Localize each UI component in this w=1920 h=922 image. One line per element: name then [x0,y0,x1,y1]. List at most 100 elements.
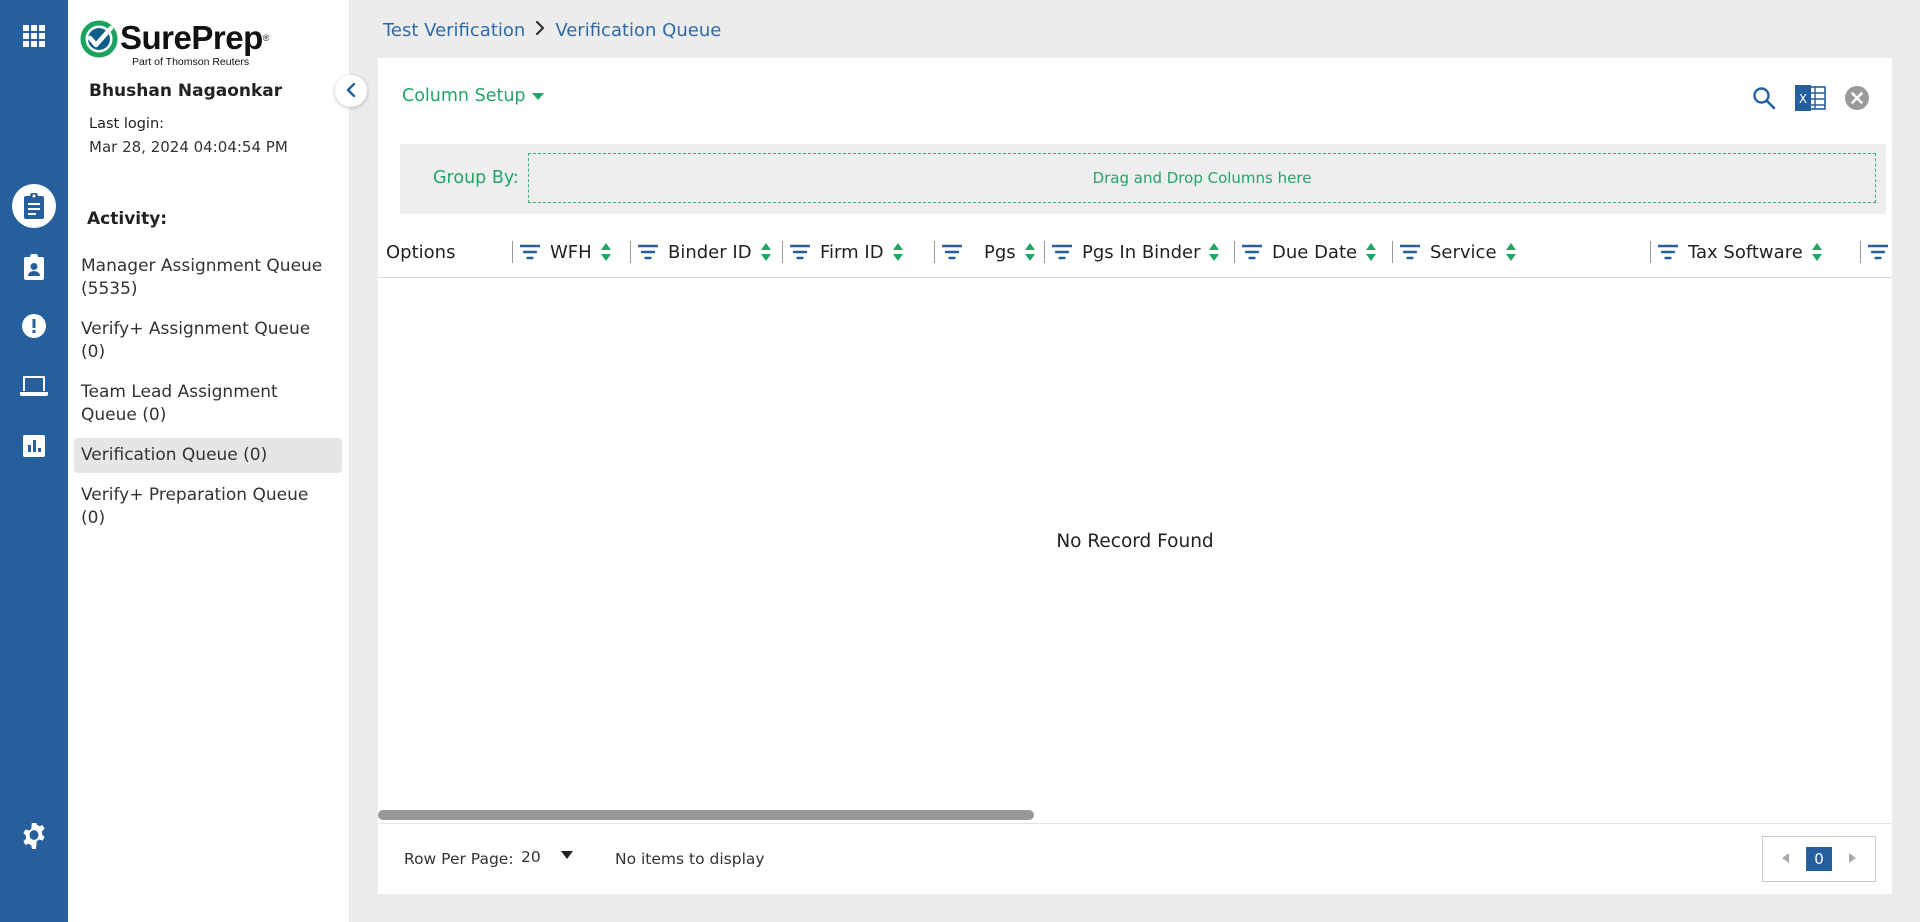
laptop-icon [20,375,48,401]
sort-icon[interactable] [760,242,772,262]
column-header-due-date[interactable]: Due Date [1234,226,1377,278]
rail-computer-button[interactable] [0,364,68,412]
breadcrumb: Test Verification Verification Queue [383,20,721,41]
empty-state-message: No Record Found [1056,531,1214,552]
column-divider [934,241,935,263]
rail-verification-button[interactable] [0,182,68,230]
chevron-left-icon [346,82,356,101]
next-page-icon[interactable] [1848,852,1856,866]
sort-icon[interactable] [1208,242,1220,262]
clipboard-user-icon [23,253,45,284]
column-setup-dropdown[interactable]: Column Setup [402,86,544,106]
collapse-panel-button[interactable] [335,75,367,107]
sort-icon[interactable] [892,242,904,262]
group-by-bar: Group By: Drag and Drop Columns here [400,144,1886,214]
rail-reports-button[interactable] [0,424,68,472]
grid-footer: Row Per Page: 20 No items to display 0 [378,823,1892,894]
column-setup-label: Column Setup [402,86,526,106]
column-header-options[interactable]: Options [386,226,455,278]
excel-export-icon[interactable]: X [1794,84,1826,112]
sort-icon[interactable] [1505,242,1517,262]
pagination: 0 [1762,836,1876,882]
filter-icon[interactable] [1242,244,1262,260]
sort-icon[interactable] [1811,242,1823,262]
activity-title: Activity: [87,209,168,229]
filter-icon[interactable] [1658,244,1678,260]
filter-icon[interactable] [942,244,962,260]
column-header-binder-id[interactable]: Binder ID [630,226,772,278]
column-header-pgs-in-binder[interactable]: Pgs In Binder [1044,226,1220,278]
side-panel: SurePrep® Part of Thomson Reuters Bhusha… [68,0,349,922]
table-header: Options WFH Binder ID Firm ID Pgs Pgs In… [378,226,1892,278]
activity-item-manager-assignment[interactable]: Manager Assignment Queue (5535) [74,249,342,307]
apps-grid-icon [23,25,45,51]
left-rail [0,0,68,922]
filter-icon[interactable] [1400,244,1420,260]
clipboard-list-icon [12,184,56,228]
column-header-service[interactable]: Service [1392,226,1517,278]
last-login-label: Last login: [89,116,165,132]
rail-alerts-button[interactable] [0,304,68,352]
column-header-next[interactable] [1860,226,1888,278]
sureprep-logo: SurePrep® Part of Thomson Reuters [80,18,280,72]
brand-name: SurePrep® [120,20,269,56]
column-header-label: Tax Software [1688,241,1803,263]
column-divider [782,241,783,263]
activity-item-verification-queue[interactable]: Verification Queue (0) [74,438,342,473]
activity-list: Manager Assignment Queue (5535) Verify+ … [74,249,342,541]
activity-item-verify-plus-preparation[interactable]: Verify+ Preparation Queue (0) [74,478,342,536]
column-header-label: Pgs In Binder [1082,241,1201,263]
rail-assignment-button[interactable] [0,245,68,293]
breadcrumb-parent-link[interactable]: Test Verification [383,20,525,41]
search-icon[interactable] [1752,86,1776,110]
brand-registered: ® [262,33,270,43]
rows-per-page-select[interactable]: 20 [521,848,581,872]
caret-down-icon [531,86,544,106]
gear-icon [21,821,47,853]
excel-letter: X [1799,92,1807,106]
sort-icon[interactable] [600,242,612,262]
apps-grid-button[interactable] [0,14,68,62]
user-name: Bhushan Nagaonkar [89,81,283,101]
column-header-wfh[interactable]: WFH [512,226,612,278]
column-header-pgs[interactable]: Pgs [934,226,1036,278]
horizontal-scrollbar[interactable] [378,810,1034,820]
checkmark-logo-icon [80,20,118,62]
column-header-label: Options [386,241,456,263]
column-divider [1234,241,1235,263]
filter-icon[interactable] [1052,244,1072,260]
last-login-value: Mar 28, 2024 04:04:54 PM [89,138,288,156]
alert-circle-icon [22,314,46,342]
column-divider [512,241,513,263]
sort-icon[interactable] [1024,242,1036,262]
group-by-label: Group By: [433,168,519,188]
column-header-label: WFH [550,241,592,263]
filter-icon[interactable] [520,244,540,260]
prev-page-icon[interactable] [1782,852,1790,866]
activity-item-verify-plus-assignment[interactable]: Verify+ Assignment Queue (0) [74,312,342,370]
column-header-firm-id[interactable]: Firm ID [782,226,904,278]
filter-icon[interactable] [790,244,810,260]
breadcrumb-current[interactable]: Verification Queue [555,20,721,41]
queue-card: Column Setup X Group By: Drag and Drop C… [378,58,1892,894]
items-status: No items to display [615,850,765,868]
column-header-tax-software[interactable]: Tax Software [1650,226,1823,278]
filter-icon[interactable] [638,244,658,260]
column-header-label: Due Date [1272,241,1358,263]
group-by-drop-zone[interactable]: Drag and Drop Columns here [528,153,1876,203]
column-divider [1044,241,1045,263]
filter-icon[interactable] [1868,244,1888,260]
bar-chart-icon [23,435,45,461]
brand-tagline: Part of Thomson Reuters [132,56,250,68]
page-number-button[interactable]: 0 [1806,847,1832,871]
close-circle-icon[interactable] [1844,85,1870,111]
activity-item-team-lead-assignment[interactable]: Team Lead Assignment Queue (0) [74,375,342,433]
chevron-right-icon [535,20,545,41]
column-header-label: Pgs [984,241,1016,263]
column-divider [630,241,631,263]
sort-icon[interactable] [1365,242,1377,262]
column-header-label: Binder ID [668,241,752,263]
brand-name-text: SurePrep [120,19,263,56]
settings-button[interactable] [0,814,68,862]
column-divider [1860,241,1861,263]
